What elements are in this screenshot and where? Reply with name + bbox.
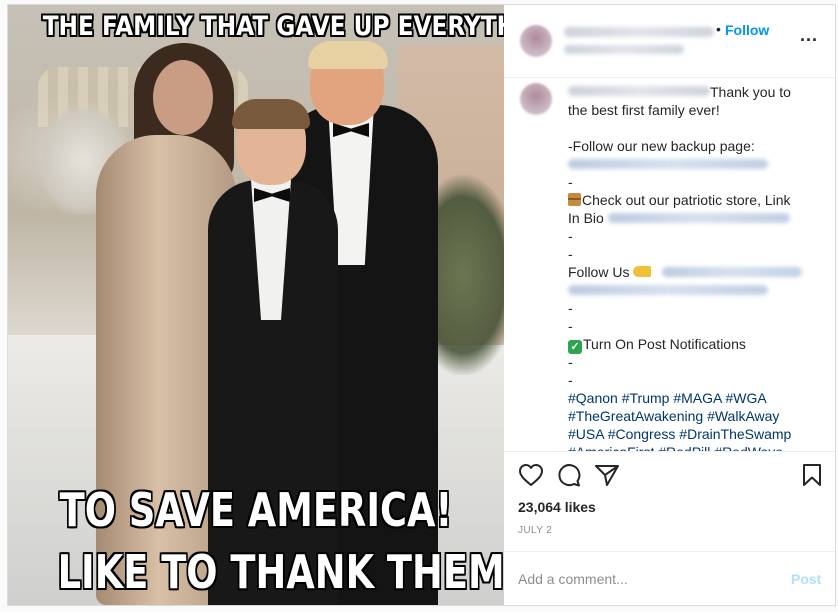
hashtag-link[interactable]: #DrainTheSwamp <box>679 426 791 442</box>
post-comment-button[interactable]: Post <box>791 571 821 587</box>
post-image[interactable]: THE FAMILY THAT GAVE UP EVERYTHING TO SA… <box>8 5 504 605</box>
caption-dash: - <box>568 372 573 388</box>
caption-store-text: Check out our patriotic store, Link <box>582 192 791 208</box>
boy-hair <box>232 99 310 129</box>
caption-dash: - <box>568 228 573 244</box>
package-icon <box>568 193 581 206</box>
hashtag-link[interactable]: #Trump <box>622 390 670 406</box>
caption-text-line2: the best first family ever! <box>568 102 720 118</box>
hashtags-line4: #AmericaFirst #RedPill #RedWave <box>568 443 783 451</box>
hashtag-link[interactable]: #RedWave <box>714 444 783 451</box>
location-redacted[interactable] <box>564 45 684 54</box>
meme-top-text: THE FAMILY THAT GAVE UP EVERYTHING <box>42 11 504 42</box>
post-header: • Follow ... <box>504 5 835 78</box>
caption-dash: - <box>568 318 573 334</box>
caption-store-line2: In Bio <box>568 210 604 226</box>
bookmark-icon[interactable] <box>800 463 824 492</box>
caption-store-line1: Check out our patriotic store, Link <box>568 191 791 209</box>
caption-notifications: ✓ Turn On Post Notifications <box>568 335 746 354</box>
meme-bottom-text-line1: TO SAVE AMERICA! <box>59 483 453 537</box>
comment-input[interactable] <box>518 568 768 590</box>
hashtag-link[interactable]: #AmericaFirst <box>568 444 654 451</box>
hashtag-link[interactable]: #RedPill <box>658 444 710 451</box>
hashtag-link[interactable]: #WalkAway <box>707 408 779 424</box>
follow-us-link-redacted[interactable] <box>662 267 802 277</box>
hashtag-link[interactable]: #USA <box>568 426 604 442</box>
pointing-hand-icon <box>633 266 652 277</box>
hashtag-link[interactable]: #MAGA <box>673 390 721 406</box>
comment-icon[interactable] <box>556 463 582 492</box>
username-redacted[interactable] <box>564 27 714 37</box>
store-link-redacted[interactable] <box>608 213 790 223</box>
hashtag-link[interactable]: #Qanon <box>568 390 618 406</box>
post-side-panel: • Follow ... Thank you to the best first… <box>504 5 835 605</box>
woman-head <box>153 60 213 135</box>
post-date[interactable]: JULY 2 <box>518 525 552 536</box>
caption-dash: - <box>568 174 573 190</box>
comment-bar: Post <box>504 551 835 605</box>
man-hair <box>308 41 388 69</box>
follow-button[interactable]: Follow <box>725 22 769 38</box>
caption-follow-us: Follow Us <box>568 263 652 281</box>
instagram-post: THE FAMILY THAT GAVE UP EVERYTHING TO SA… <box>7 4 836 606</box>
separator-dot: • <box>716 21 721 37</box>
likes-count[interactable]: 23,064 likes <box>518 499 596 515</box>
hashtags-line1: #Qanon #Trump #MAGA #WGA <box>568 389 767 407</box>
caption-follow-backup: -Follow our new backup page: <box>568 138 755 154</box>
caption-notifications-text: Turn On Post Notifications <box>583 336 746 352</box>
hashtags-line3: #USA #Congress #DrainTheSwamp <box>568 425 791 443</box>
avatar[interactable] <box>520 25 552 57</box>
hashtag-link[interactable]: #WGA <box>725 390 766 406</box>
share-icon[interactable] <box>594 463 620 492</box>
caption-username-redacted[interactable] <box>568 86 710 96</box>
hashtag-link[interactable]: #TheGreatAwakening <box>568 408 703 424</box>
caption-area[interactable]: Thank you to the best first family ever!… <box>504 77 835 452</box>
follow-us-link2-redacted[interactable] <box>568 285 768 295</box>
meme-bottom-text-line2: LIKE TO THANK THEM! <box>57 545 504 599</box>
caption-text-line1: Thank you to <box>710 84 791 100</box>
caption-follow-us-text: Follow Us <box>568 264 630 280</box>
hashtags-line2: #TheGreatAwakening #WalkAway <box>568 407 779 425</box>
heart-icon[interactable] <box>518 463 544 492</box>
hashtag-link[interactable]: #Congress <box>608 426 676 442</box>
check-mark-icon: ✓ <box>568 340 582 354</box>
caption-avatar[interactable] <box>520 83 552 115</box>
backup-page-link-redacted[interactable] <box>568 159 768 169</box>
post-actions <box>504 453 835 493</box>
caption-dash: - <box>568 354 573 370</box>
more-options-icon[interactable]: ... <box>800 26 818 44</box>
caption-dash: - <box>568 246 573 262</box>
caption-dash: - <box>568 300 573 316</box>
